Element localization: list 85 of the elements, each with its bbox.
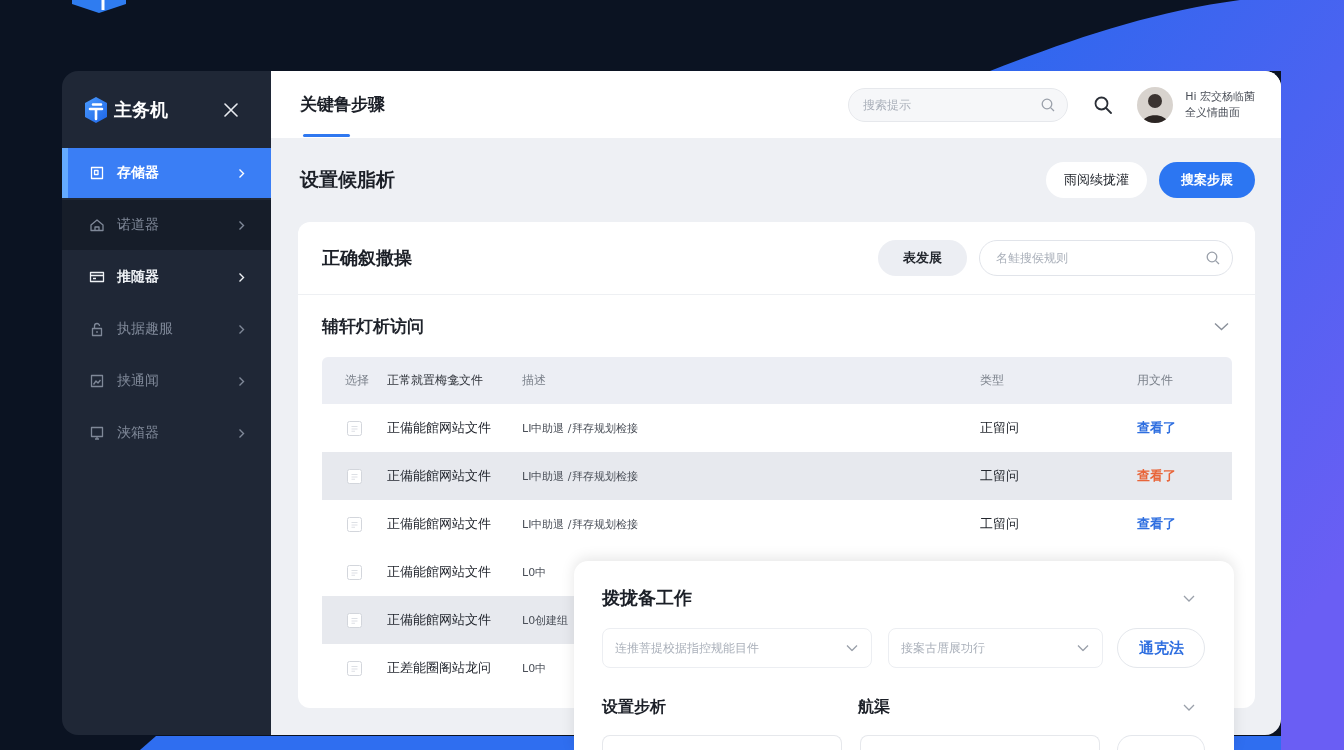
avatar[interactable] (1137, 86, 1174, 123)
status-link[interactable]: 查看了 (1137, 419, 1176, 437)
chart-icon (89, 373, 105, 389)
method-button[interactable]: 通克法 (1117, 628, 1205, 668)
monitor-icon (89, 425, 105, 441)
sidebar-label: 存储器 (117, 164, 159, 182)
chevron-down-icon[interactable] (1214, 321, 1229, 331)
logo-icon (84, 95, 108, 124)
chevron-down-icon (846, 644, 858, 652)
description-cell: LI中助退 /拜存规划检接 (522, 468, 638, 484)
action-button[interactable]: 搜案步展 (1159, 162, 1255, 198)
app-name: 主务机 (114, 97, 168, 122)
checkbox[interactable] (347, 564, 362, 580)
logo-icon (72, 0, 126, 13)
file-name-cell: 正差能圈阁站龙问 (387, 659, 491, 677)
sidebar-label: 浃箱器 (117, 424, 159, 442)
sidebar-item[interactable]: 推随器 (62, 252, 271, 302)
sidebar-label: 执据趣服 (117, 320, 173, 338)
close-icon[interactable] (224, 102, 238, 117)
select-field[interactable]: 接案古厝展功行 (888, 628, 1103, 668)
page-title: 设置候脂析 (300, 167, 395, 192)
card-title: 正确叙撒操 (322, 246, 412, 270)
chevron-right-icon (238, 219, 245, 231)
chevron-right-icon (238, 375, 245, 387)
column-header: 类型 (980, 372, 1004, 389)
file-name-cell: 正備能館网站文件 (387, 563, 491, 581)
select-field[interactable]: 连推菩提校据指控规能目件 (602, 628, 872, 668)
search-field[interactable]: 搜索提示 (848, 87, 1069, 122)
search-icon[interactable] (1094, 95, 1113, 114)
checkbox[interactable] (347, 516, 362, 532)
window-icon (89, 165, 105, 181)
checkbox[interactable] (347, 420, 362, 436)
lock-icon (89, 321, 105, 337)
sidebar-item[interactable]: 挟通闻 (62, 356, 271, 406)
user-subtitle: 全义情曲面 (1185, 104, 1242, 121)
action-button[interactable]: 雨阅续拢灌 (1046, 162, 1147, 198)
tab[interactable]: 关键鲁步骤 (300, 71, 385, 138)
column-header: 正常就置梅龛文件 (387, 372, 483, 389)
chevron-down-icon (1077, 644, 1089, 652)
type-cell: 工留问 (980, 515, 1019, 533)
card-icon (89, 269, 105, 285)
field-label: 设置步析 (602, 696, 667, 718)
search-icon (1041, 97, 1056, 112)
chevron-down-icon[interactable] (1183, 703, 1195, 711)
description-cell: LI中助退 /拜存规划检接 (522, 420, 638, 436)
type-cell: 正留问 (980, 419, 1019, 437)
input-field[interactable] (860, 735, 1100, 750)
description-cell: L0中 (522, 660, 547, 676)
input-field[interactable] (602, 735, 842, 750)
search-field[interactable]: 名鲑搜侯规则 (979, 240, 1233, 276)
sidebar-label: 诺道器 (117, 216, 159, 234)
sidebar-item[interactable]: 诺道器 (62, 200, 271, 250)
description-cell: L0创建组 (522, 612, 569, 628)
column-header: 描述 (522, 372, 546, 389)
filter-button[interactable]: 表发展 (878, 240, 967, 276)
file-name-cell: 正備能館网站文件 (387, 419, 491, 437)
type-cell: 工留问 (980, 467, 1019, 485)
sidebar-label: 推随器 (117, 268, 159, 286)
sidebar-item[interactable]: 存储器 (62, 148, 271, 198)
column-header: 用文件 (1137, 372, 1173, 389)
file-name-cell: 正備能館网站文件 (387, 515, 491, 533)
description-cell: LI中助退 /拜存规划检接 (522, 516, 638, 532)
chevron-right-icon (238, 167, 245, 179)
file-name-cell: 正備能館网站文件 (387, 467, 491, 485)
status-link[interactable]: 查看了 (1137, 467, 1176, 485)
checkbox[interactable] (347, 660, 362, 676)
sidebar-label: 挟通闻 (117, 372, 159, 390)
description-cell: L0中 (522, 564, 547, 580)
chevron-right-icon (238, 427, 245, 439)
checkbox[interactable] (347, 468, 362, 484)
sidebar-item[interactable]: 执据趣服 (62, 304, 271, 354)
checkbox[interactable] (347, 612, 362, 628)
search-icon (1206, 251, 1220, 265)
panel-title: 拨拢备工作 (602, 586, 692, 610)
field-label: 航渠 (858, 696, 890, 718)
status-link[interactable]: 查看了 (1137, 515, 1176, 533)
file-name-cell: 正備能館网站文件 (387, 611, 491, 629)
chevron-right-icon (238, 271, 245, 283)
home-icon (89, 217, 105, 233)
sidebar-item[interactable]: 浃箱器 (62, 408, 271, 458)
column-header: 选择 (345, 372, 369, 389)
chevron-down-icon[interactable] (1183, 594, 1195, 602)
chevron-right-icon (238, 323, 245, 335)
section-title: 辅轩灯析访问 (322, 314, 424, 338)
user-greeting: Hi 宏交杨临菌 (1185, 88, 1255, 105)
